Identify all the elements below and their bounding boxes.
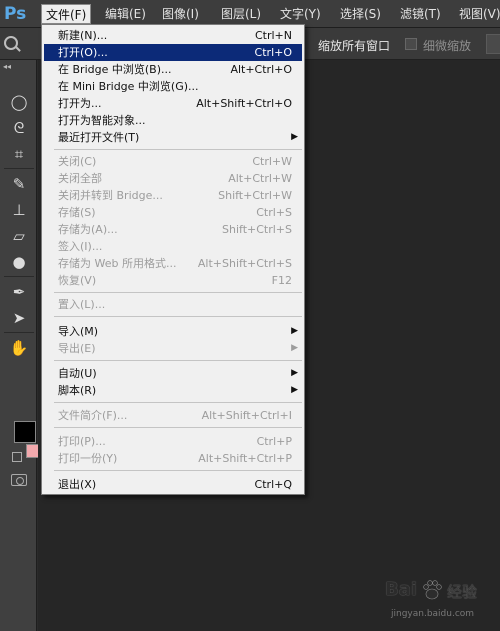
menu-separator: [54, 360, 302, 361]
menu-item-open-as-smart-object[interactable]: 打开为智能对象...: [44, 112, 302, 129]
submenu-arrow-icon: ▶: [291, 326, 298, 336]
scrubby-zoom-checkbox[interactable]: [405, 38, 417, 50]
menu-item-open-as[interactable]: 打开为... Alt+Shift+Ctrl+O: [44, 95, 302, 112]
menu-item-place: 置入(L)...: [58, 298, 106, 311]
menu-edit[interactable]: 编辑(E): [101, 4, 150, 24]
menu-separator: [54, 292, 302, 293]
menu-item-save-as: 存储为(A)... Shift+Ctrl+S: [58, 223, 292, 236]
healing-brush-tool-icon[interactable]: ✎: [6, 172, 32, 196]
path-selection-tool-icon[interactable]: ➤: [6, 306, 32, 330]
submenu-arrow-icon: ▶: [291, 385, 298, 395]
photoshop-logo: Ps: [4, 4, 27, 24]
clone-stamp-tool-icon[interactable]: ⊥: [6, 198, 32, 222]
menu-item-automate[interactable]: 自动(U) ▶: [44, 365, 302, 382]
watermark-url: jingyan.baidu.com: [391, 609, 475, 619]
menu-item-file-info: 文件简介(F)... Alt+Shift+Ctrl+I: [58, 409, 292, 422]
menu-item-print: 打印(P)... Ctrl+P: [58, 435, 292, 448]
menu-item-revert: 恢复(V) F12: [58, 274, 292, 287]
swap-colors-icon[interactable]: [12, 452, 22, 462]
pen-tool-icon[interactable]: ✒: [6, 280, 32, 304]
menu-separator: [54, 316, 302, 317]
menu-file[interactable]: 文件(F): [41, 4, 92, 24]
menu-separator: [54, 427, 302, 428]
quick-mask-icon[interactable]: [11, 474, 27, 486]
menu-item-open[interactable]: 打开(O)... Ctrl+O: [44, 44, 302, 61]
menu-item-scripts[interactable]: 脚本(R) ▶: [44, 382, 302, 399]
tool-divider: [4, 276, 34, 277]
menu-item-check-in: 签入(I)...: [58, 240, 103, 253]
collapse-panel-icon[interactable]: ◂◂: [3, 62, 11, 71]
lasso-tool-icon[interactable]: ᘓ: [6, 116, 32, 140]
scrubby-zoom-label: 细微缩放: [423, 39, 472, 53]
submenu-arrow-icon: ▶: [291, 368, 298, 378]
menu-select[interactable]: 选择(S): [336, 4, 385, 24]
paw-icon: [423, 580, 442, 600]
menu-image[interactable]: 图像(I): [158, 4, 203, 24]
fit-all-windows-label[interactable]: 缩放所有窗口: [318, 37, 390, 54]
menu-item-exit[interactable]: 退出(X) Ctrl+Q: [44, 476, 302, 493]
eraser-tool-icon[interactable]: ▱: [6, 224, 32, 248]
menu-item-new[interactable]: 新建(N)... Ctrl+N: [44, 27, 302, 44]
actual-pixels-button[interactable]: [486, 34, 500, 54]
tools-panel: ◂◂ ◯ ᘓ ⌗ ✎ ⊥ ▱ ● ✒ ➤ ✋: [0, 60, 40, 631]
crop-tool-icon[interactable]: ⌗: [6, 142, 32, 166]
menu-item-browse-in-bridge[interactable]: 在 Bridge 中浏览(B)... Alt+Ctrl+O: [44, 61, 302, 78]
tool-divider: [4, 332, 34, 333]
menu-type[interactable]: 文字(Y): [276, 4, 325, 24]
zoom-tool-icon[interactable]: [4, 36, 18, 50]
file-menu-dropdown: 新建(N)... Ctrl+N 打开(O)... Ctrl+O 在 Bridge…: [41, 24, 305, 495]
tool-divider: [4, 168, 34, 169]
menu-item-save-for-web: 存储为 Web 所用格式... Alt+Shift+Ctrl+S: [58, 257, 292, 270]
submenu-arrow-icon: ▶: [291, 132, 298, 142]
menu-item-export: 导出(E) ▶: [58, 342, 298, 355]
menu-filter[interactable]: 滤镜(T): [396, 4, 445, 24]
menu-item-close: 关闭(C) Ctrl+W: [58, 155, 292, 168]
menu-item-print-one-copy: 打印一份(Y) Alt+Shift+Ctrl+P: [58, 452, 292, 465]
foreground-color-swatch[interactable]: [14, 421, 36, 443]
menu-item-close-and-go-to-bridge: 关闭并转到 Bridge... Shift+Ctrl+W: [58, 189, 292, 202]
menu-view[interactable]: 视图(V): [455, 4, 500, 24]
menu-item-import[interactable]: 导入(M) ▶: [44, 323, 302, 340]
watermark-brand-text: Bai: [385, 579, 418, 600]
menu-separator: [54, 149, 302, 150]
menu-separator: [54, 470, 302, 471]
menu-item-browse-in-mini-bridge[interactable]: 在 Mini Bridge 中浏览(G)...: [44, 78, 302, 95]
elliptical-marquee-tool-icon[interactable]: ◯: [6, 90, 32, 114]
menu-item-open-recent[interactable]: 最近打开文件(T) ▶: [44, 129, 302, 146]
menu-layer[interactable]: 图层(L): [217, 4, 265, 24]
blur-tool-icon[interactable]: ●: [6, 250, 32, 274]
baidu-jingyan-watermark: Bai 经验 jingyan.baidu.com: [385, 575, 495, 625]
menu-item-save: 存储(S) Ctrl+S: [58, 206, 292, 219]
submenu-arrow-icon: ▶: [291, 343, 298, 353]
watermark-product-text: 经验: [447, 583, 478, 601]
menu-separator: [54, 402, 302, 403]
menu-item-close-all: 关闭全部 Alt+Ctrl+W: [58, 172, 292, 185]
hand-tool-icon[interactable]: ✋: [6, 336, 32, 360]
